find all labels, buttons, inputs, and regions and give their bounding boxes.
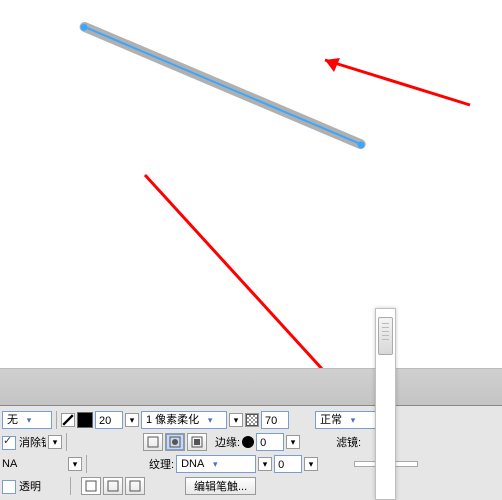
stroke-width-input[interactable]: 20 — [95, 411, 123, 429]
chevron-down-icon: ▾ — [346, 411, 360, 429]
opacity-slider-thumb[interactable] — [378, 317, 393, 355]
transparent-checkbox[interactable] — [2, 480, 16, 494]
antialias-label: 消除锯齿 — [19, 437, 46, 449]
opacity-input[interactable]: 70 — [261, 411, 289, 429]
opacity-popup-slider[interactable] — [375, 308, 396, 500]
chevron-down-icon: ▾ — [22, 411, 36, 429]
panel-titlebar[interactable] — [0, 368, 502, 406]
edge-label: 边缘: — [215, 434, 240, 450]
stroke-type-button[interactable] — [61, 413, 75, 427]
join-round-button[interactable] — [103, 477, 123, 495]
cap-round-button[interactable] — [165, 433, 185, 451]
join-bevel-button[interactable] — [125, 477, 145, 495]
properties-panel: 无 ▾ 20 ▾ 1 像素柔化 ▾ ▾ 70 正常 ▾ — [0, 368, 502, 500]
stroke-edge-value: 1 像素柔化 — [142, 411, 203, 429]
texture-select[interactable]: DNA ▾ — [176, 455, 256, 473]
annotation-arrow-top — [300, 50, 480, 120]
edge-size-input[interactable]: 0 — [256, 433, 284, 451]
stroke-color-swatch[interactable] — [77, 412, 93, 428]
edge-size-stepper[interactable]: ▾ — [286, 435, 300, 449]
cap-square-button[interactable] — [187, 433, 207, 451]
divider — [56, 411, 57, 429]
chevron-down-icon: ▾ — [208, 455, 222, 473]
texture-label: 纹理: — [149, 456, 174, 472]
drawing-canvas[interactable] — [0, 0, 502, 370]
texture-stepper[interactable]: ▾ — [258, 457, 272, 471]
antialias-stepper[interactable]: ▾ — [48, 435, 62, 449]
fill-mode-select[interactable]: 无 ▾ — [2, 411, 52, 429]
texture-size-input[interactable]: 0 — [274, 455, 302, 473]
vector-line-object[interactable] — [78, 20, 367, 150]
chevron-down-icon: ▾ — [203, 411, 217, 429]
transparent-label: 透明 — [19, 481, 41, 493]
divider — [66, 433, 67, 451]
divider — [86, 455, 87, 473]
edge-shape-preview[interactable] — [242, 436, 254, 448]
texture-size-stepper[interactable]: ▾ — [304, 457, 318, 471]
stroke-width-stepper[interactable]: ▾ — [125, 413, 139, 427]
endpoint-handle-right[interactable] — [357, 140, 366, 149]
fill-mode-label: 无 — [3, 411, 22, 429]
edit-stroke-label: 编辑笔触... — [194, 478, 247, 494]
divider — [70, 477, 71, 495]
stroke-edge-stepper[interactable]: ▾ — [229, 413, 243, 427]
edit-stroke-button[interactable]: 编辑笔触... — [185, 477, 256, 495]
filters-label: 滤镜: — [336, 434, 361, 450]
cap-none-button[interactable] — [143, 433, 163, 451]
stroke-edge-select[interactable]: 1 像素柔化 ▾ — [141, 411, 227, 429]
dna-stepper[interactable]: ▾ — [68, 457, 82, 471]
endpoint-handle-left[interactable] — [80, 22, 89, 31]
antialias-checkbox[interactable] — [2, 436, 16, 450]
join-miter-button[interactable] — [81, 477, 101, 495]
texture-value: DNA — [177, 455, 208, 473]
dna-cut-label: NA — [2, 458, 22, 470]
blend-mode-value: 正常 — [316, 411, 346, 429]
opacity-mode-button[interactable] — [245, 413, 259, 427]
